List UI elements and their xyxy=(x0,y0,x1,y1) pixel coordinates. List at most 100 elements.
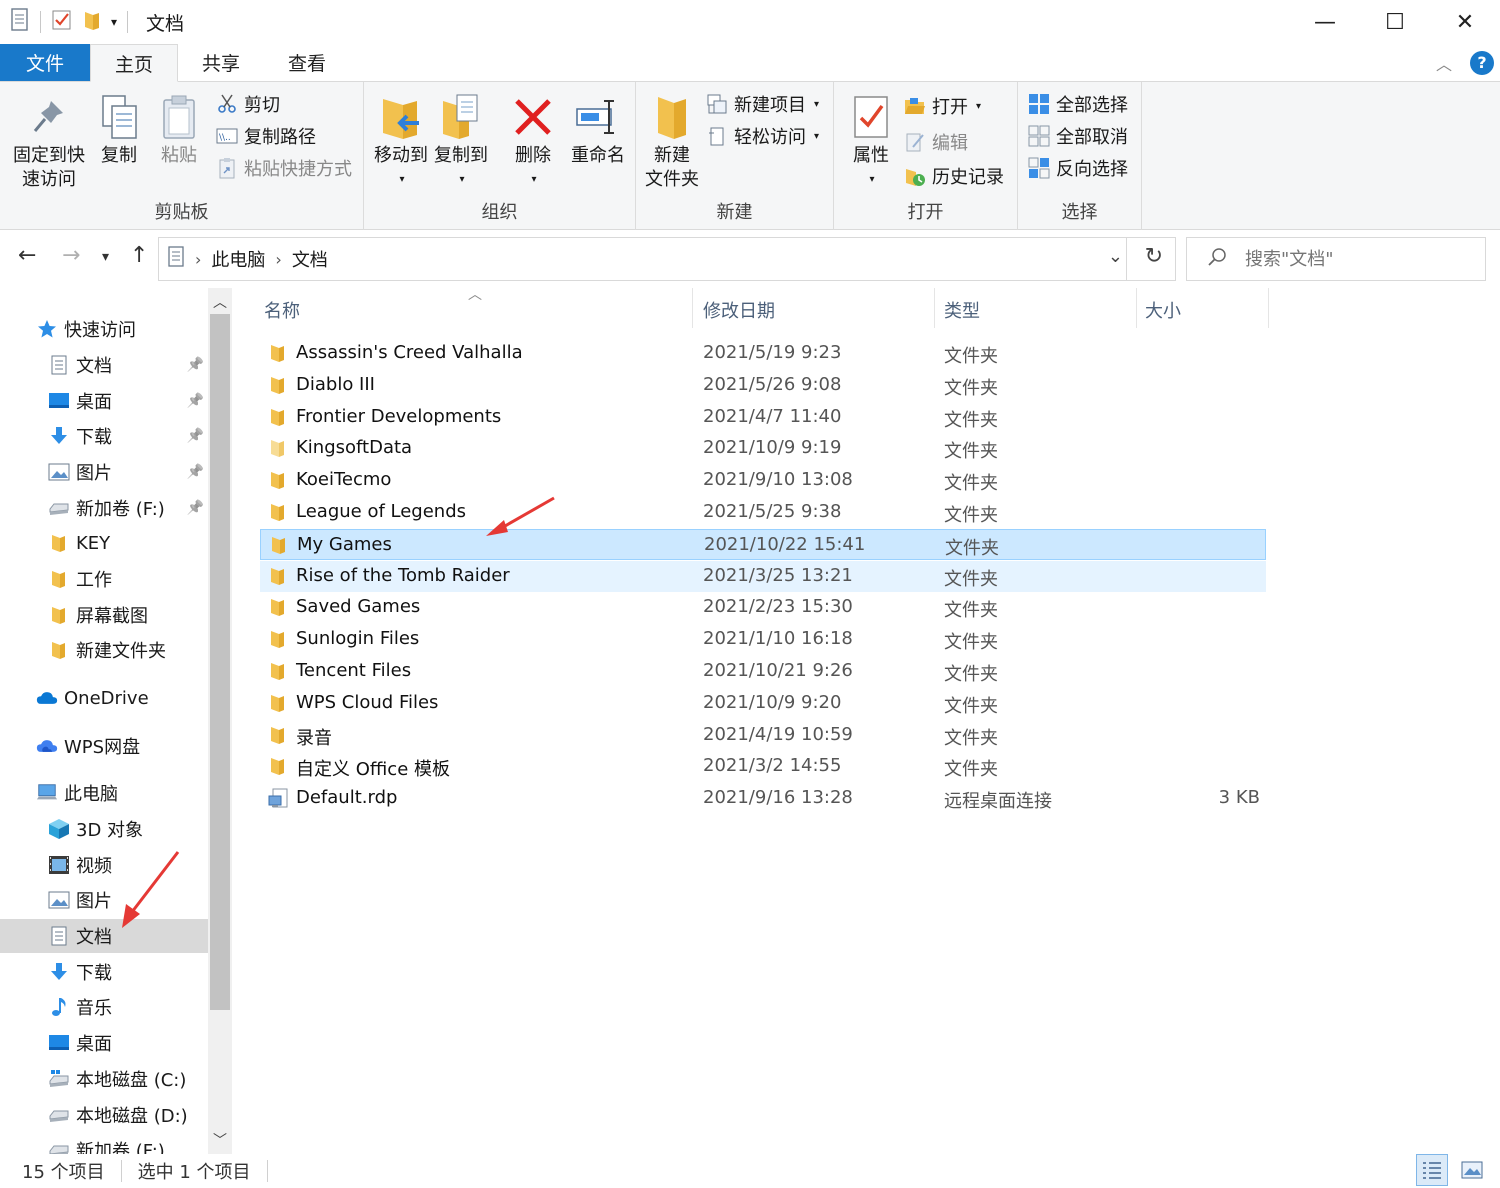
tab-home[interactable]: 主页 xyxy=(90,44,179,82)
properties-check-icon[interactable] xyxy=(51,9,73,36)
column-header-name[interactable]: 名称 xyxy=(264,288,300,332)
nav-scrollbar-thumb[interactable] xyxy=(210,314,230,1010)
properties-button[interactable]: 属性 ▾ xyxy=(844,92,898,192)
nav-item[interactable]: 新建文件夹 xyxy=(0,633,208,667)
table-row[interactable]: Default.rdp 2021/9/16 13:28 远程桌面连接 3 KB xyxy=(260,783,1266,814)
table-row[interactable]: WPS Cloud Files 2021/10/9 9:20 文件夹 xyxy=(260,688,1266,719)
new-folder-qat-icon[interactable] xyxy=(83,9,101,36)
back-arrow-icon[interactable]: ← xyxy=(18,243,36,268)
edit-button[interactable]: 编辑 xyxy=(904,128,968,156)
table-row[interactable]: League of Legends 2021/5/25 9:38 文件夹 xyxy=(260,497,1266,528)
nav-item[interactable]: 本地磁盘 (D:) xyxy=(0,1098,208,1132)
nav-item[interactable]: WPS网盘 xyxy=(0,729,208,763)
easy-access-button[interactable]: 轻松访问 ▾ xyxy=(706,122,819,150)
table-row[interactable]: KoeiTecmo 2021/9/10 13:08 文件夹 xyxy=(260,465,1266,496)
paste-button[interactable]: 粘贴 xyxy=(156,92,202,168)
breadcrumb-this-pc[interactable]: 此电脑 xyxy=(211,246,265,272)
tab-file[interactable]: 文件 xyxy=(0,44,91,81)
nav-item[interactable]: 桌面 xyxy=(0,1026,208,1060)
recent-locations-icon[interactable]: ▾ xyxy=(102,249,109,265)
table-row[interactable]: Sunlogin Files 2021/1/10 16:18 文件夹 xyxy=(260,624,1266,655)
nav-item[interactable]: 此电脑 xyxy=(0,776,208,810)
table-row[interactable]: Tencent Files 2021/10/21 9:26 文件夹 xyxy=(260,656,1266,687)
up-arrow-icon[interactable]: ↑ xyxy=(130,243,148,268)
delete-button[interactable]: 删除 ▾ xyxy=(506,92,560,192)
history-button[interactable]: 历史记录 xyxy=(904,162,1004,190)
tab-share[interactable]: 共享 xyxy=(178,44,264,81)
column-header-date[interactable]: 修改日期 xyxy=(703,288,775,332)
help-icon[interactable]: ? xyxy=(1470,50,1494,75)
nav-item[interactable]: 屏幕截图 xyxy=(0,598,208,632)
nav-item[interactable]: 新加卷 (F:) xyxy=(0,1133,208,1154)
table-row[interactable]: KingsoftData 2021/10/9 9:19 文件夹 xyxy=(260,433,1266,464)
maximize-button[interactable]: ☐ xyxy=(1360,0,1430,44)
nav-item[interactable]: 本地磁盘 (C:) xyxy=(0,1062,208,1096)
copy-button[interactable]: 复制 xyxy=(96,92,142,168)
copy-path-button[interactable]: \\.. 复制路径 xyxy=(216,122,316,150)
move-to-button[interactable]: 移动到 ▾ xyxy=(372,92,430,192)
table-row[interactable]: 录音 2021/4/19 10:59 文件夹 xyxy=(260,720,1266,751)
nav-item[interactable]: OneDrive xyxy=(0,681,208,715)
large-icons-view-button[interactable] xyxy=(1456,1154,1488,1186)
new-item-button[interactable]: 新建项目 ▾ xyxy=(706,90,819,118)
table-row[interactable]: Assassin's Creed Valhalla 2021/5/19 9:23 文… xyxy=(260,338,1266,369)
file-date: 2021/10/9 9:20 xyxy=(703,691,842,713)
folder-icon xyxy=(268,566,288,586)
nav-item[interactable]: 桌面 📌 xyxy=(0,384,208,418)
nav-item[interactable]: 音乐 xyxy=(0,990,208,1024)
nav-item[interactable]: 工作 xyxy=(0,562,208,596)
table-row[interactable]: Rise of the Tomb Raider 2021/3/25 13:21 文件… xyxy=(260,560,1266,592)
copy-to-button[interactable]: 复制到 ▾ xyxy=(432,92,490,192)
breadcrumb-chevron-icon[interactable]: › xyxy=(275,250,281,269)
pin-quick-access-button[interactable]: 固定到快 速访问 xyxy=(10,92,88,192)
tab-view[interactable]: 查看 xyxy=(264,44,350,81)
collapse-ribbon-icon[interactable]: ︿ xyxy=(1436,51,1452,75)
pictures-icon xyxy=(48,889,70,911)
file-name: Default.rdp xyxy=(296,787,398,809)
scroll-up-icon[interactable]: ︿ xyxy=(208,292,232,312)
details-view-button[interactable] xyxy=(1416,1154,1448,1186)
nav-item[interactable]: 3D 对象 xyxy=(0,812,208,846)
open-button[interactable]: 打开 ▾ xyxy=(904,92,981,120)
folder-icon xyxy=(268,470,288,490)
nav-item[interactable]: 新加卷 (F:) 📌 xyxy=(0,491,208,525)
nav-item[interactable]: 图片 📌 xyxy=(0,455,208,489)
nav-item[interactable]: 快速访问 xyxy=(0,312,208,346)
rename-button[interactable]: 重命名 xyxy=(566,92,630,168)
cut-button[interactable]: 剪切 xyxy=(216,90,280,118)
address-bar[interactable]: › 此电脑 › 文档 ⌄ ↻ xyxy=(158,237,1176,281)
paste-shortcut-button[interactable]: 粘贴快捷方式 xyxy=(216,154,352,182)
minimize-button[interactable]: — xyxy=(1290,0,1360,44)
forward-arrow-icon[interactable]: → xyxy=(62,243,80,268)
breadcrumb-documents[interactable]: 文档 xyxy=(292,246,328,272)
nav-item[interactable]: 下载 📌 xyxy=(0,419,208,453)
nav-item[interactable]: 图片 xyxy=(0,883,208,917)
select-all-button[interactable]: 全部选择 xyxy=(1028,90,1128,118)
column-header-size[interactable]: 大小 xyxy=(1145,288,1181,332)
address-dropdown-icon[interactable]: ⌄ xyxy=(1108,246,1123,267)
table-row[interactable]: Diablo III 2021/5/26 9:08 文件夹 xyxy=(260,370,1266,401)
pinned-icon: 📌 xyxy=(186,500,204,516)
file-date: 2021/4/7 11:40 xyxy=(703,405,842,427)
close-button[interactable]: ✕ xyxy=(1430,0,1500,44)
scroll-down-icon[interactable]: ﹀ xyxy=(208,1130,232,1150)
nav-item[interactable]: 下载 xyxy=(0,955,208,989)
invert-selection-button[interactable]: 反向选择 xyxy=(1028,154,1128,182)
nav-item[interactable]: 文档 xyxy=(0,919,208,953)
breadcrumb-chevron-icon[interactable]: › xyxy=(195,250,201,269)
nav-scrollbar[interactable]: ︿ ﹀ xyxy=(208,288,232,1154)
table-row[interactable]: My Games 2021/10/22 15:41 文件夹 xyxy=(260,528,1266,560)
column-header-type[interactable]: 类型 xyxy=(944,288,980,332)
table-row[interactable]: Frontier Developments 2021/4/7 11:40 文件夹 xyxy=(260,402,1266,433)
new-folder-button[interactable]: 新建 文件夹 xyxy=(640,92,704,192)
search-input[interactable] xyxy=(1245,248,1465,270)
search-box[interactable] xyxy=(1186,237,1486,281)
table-row[interactable]: Saved Games 2021/2/23 15:30 文件夹 xyxy=(260,592,1266,623)
nav-item[interactable]: 文档 📌 xyxy=(0,348,208,382)
select-none-button[interactable]: 全部取消 xyxy=(1028,122,1128,150)
table-row[interactable]: 自定义 Office 模板 2021/3/2 14:55 文件夹 xyxy=(260,751,1266,782)
qat-dropdown-icon[interactable]: ▾ xyxy=(111,15,117,29)
refresh-icon[interactable]: ↻ xyxy=(1145,244,1163,269)
nav-item[interactable]: KEY xyxy=(0,526,208,560)
nav-item[interactable]: 视频 xyxy=(0,848,208,882)
